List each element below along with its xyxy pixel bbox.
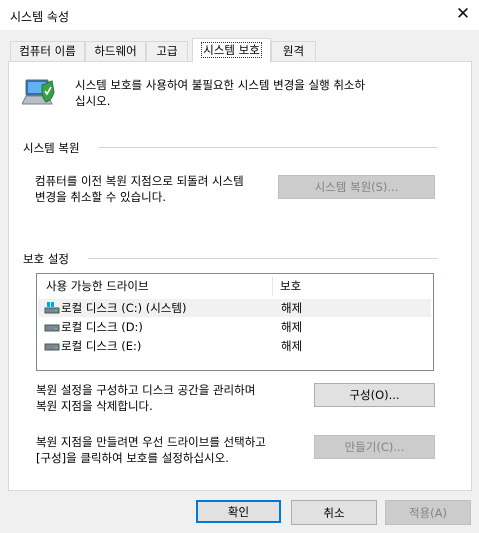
drive-protection-status: 해제	[281, 339, 303, 353]
system-restore-description-line1: 컴퓨터를 이전 복원 지점으로 되돌려 시스템	[35, 174, 244, 188]
drive-icon	[44, 321, 60, 336]
column-separator[interactable]	[272, 277, 273, 296]
create-description-line1: 복원 지점을 만들려면 우선 드라이브를 선택하고	[36, 435, 266, 449]
tab-hardware[interactable]: 하드웨어	[85, 41, 146, 61]
configure-button[interactable]: 구성(O)...	[314, 383, 435, 407]
header-text-line1: 시스템 보호를 사용하여 불필요한 시스템 변경을 실행 취소하	[75, 78, 366, 92]
ok-button[interactable]: 확인	[196, 500, 281, 523]
drive-row-c[interactable]: 로컬 디스크 (C:) (시스템) 해제	[38, 299, 431, 317]
window-title: 시스템 속성	[10, 10, 70, 24]
tab-advanced[interactable]: 고급	[146, 41, 188, 61]
drive-list[interactable]: 사용 가능한 드라이브 보호 로컬 디스크 (C:) (시스템) 해제 로컬 디…	[36, 273, 434, 371]
protection-settings-divider	[88, 258, 438, 259]
system-restore-heading: 시스템 복원	[23, 141, 80, 155]
create-description-line2: [구성]을 클릭하여 보호를 설정하십시오.	[36, 451, 229, 465]
drive-icon	[44, 340, 60, 355]
configure-description-line2: 복원 지점을 삭제합니다.	[36, 399, 153, 413]
configure-description-line1: 복원 설정을 구성하고 디스크 공간을 관리하며	[36, 383, 256, 397]
create-button[interactable]: 만들기(C)...	[314, 435, 435, 459]
apply-button[interactable]: 적용(A)	[385, 500, 471, 525]
system-protection-icon	[21, 74, 56, 108]
close-icon[interactable]: ✕	[452, 3, 474, 25]
tab-remote[interactable]: 원격	[271, 41, 316, 61]
system-restore-button[interactable]: 시스템 복원(S)...	[278, 175, 435, 199]
column-header-available-drives[interactable]: 사용 가능한 드라이브	[46, 277, 149, 296]
tab-system-protection[interactable]: 시스템 보호	[192, 38, 271, 63]
system-drive-icon	[44, 301, 60, 318]
tab-computer-name[interactable]: 컴퓨터 이름	[10, 41, 85, 61]
header-text-line2: 십시오.	[75, 94, 111, 108]
drive-protection-status: 해제	[281, 301, 303, 315]
drive-row-d[interactable]: 로컬 디스크 (D:) 해제	[38, 318, 431, 336]
drive-name: 로컬 디스크 (C:) (시스템)	[61, 301, 187, 315]
drive-name: 로컬 디스크 (D:)	[61, 320, 143, 334]
system-restore-description-line2: 변경을 취소할 수 있습니다.	[35, 190, 167, 204]
protection-settings-heading: 보호 설정	[23, 252, 69, 266]
title-bar	[0, 0, 479, 30]
column-header-protection[interactable]: 보호	[280, 277, 301, 296]
drive-protection-status: 해제	[281, 320, 303, 334]
system-restore-divider	[98, 147, 438, 148]
drive-row-e[interactable]: 로컬 디스크 (E:) 해제	[38, 337, 431, 355]
cancel-button[interactable]: 취소	[291, 500, 377, 525]
drive-name: 로컬 디스크 (E:)	[61, 339, 142, 353]
